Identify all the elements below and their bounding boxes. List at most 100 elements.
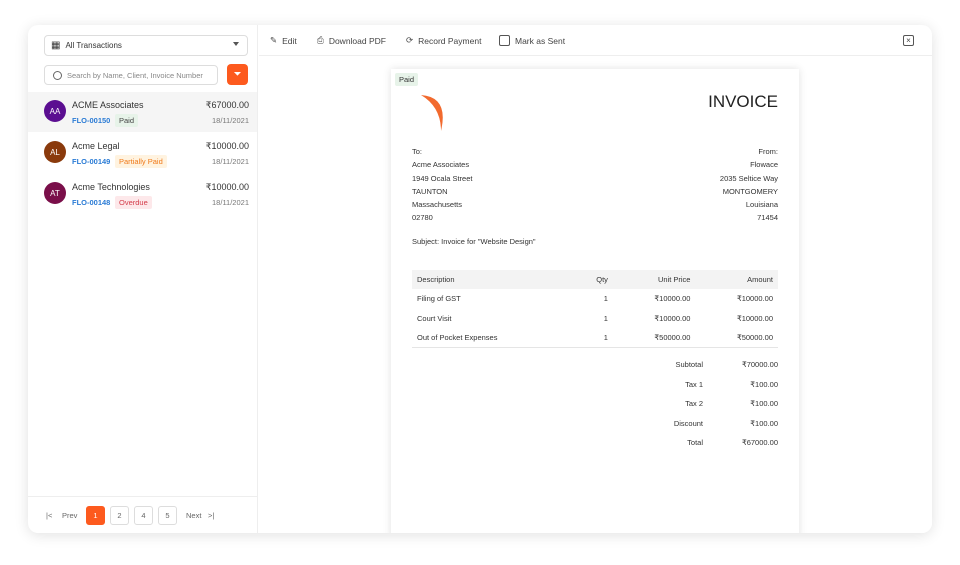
invoice-title: INVOICE (708, 92, 778, 111)
line-item-row: Filing of GST 1 ₹10000.00 ₹10000.00 (412, 289, 778, 309)
cell: 1 (603, 333, 608, 342)
amount: ₹10000.00 (205, 141, 249, 151)
cell: ₹10000.00 (654, 294, 691, 304)
date: 18/11/2021 (212, 198, 249, 207)
cell: 1 (603, 294, 608, 304)
record-payment-button[interactable]: ⟳ Record Payment (406, 35, 481, 46)
first-page-icon[interactable]: |< (46, 511, 52, 520)
mark-sent-label: Mark as Sent (515, 35, 566, 46)
transaction-filter-select[interactable]: ▦ All Transactions (44, 35, 248, 56)
download-pdf-button[interactable]: ⎙ Download PDF (317, 35, 386, 46)
avatar: AA (44, 100, 66, 122)
amount: ₹10000.00 (205, 182, 249, 192)
invoice-id[interactable]: FLO-00150 (72, 116, 110, 125)
total-value: ₹100.00 (750, 418, 778, 428)
page-5[interactable]: 5 (158, 506, 177, 525)
date: 18/11/2021 (212, 157, 249, 166)
cell: 1 (603, 313, 608, 323)
address-line: 71454 (757, 213, 778, 223)
to-label: To: (412, 147, 423, 156)
page-2[interactable]: 2 (110, 506, 129, 525)
edit-icon: ✎ (270, 35, 278, 45)
address-line: Acme Associates (412, 160, 470, 170)
edit-button[interactable]: ✎ Edit (270, 35, 297, 46)
avatar: AL (44, 141, 66, 163)
cell: Filing of GST (417, 294, 461, 304)
cell: ₹10000.00 (736, 313, 773, 323)
line-item-row: Out of Pocket Expenses 1 ₹50000.00 ₹50000.0… (412, 328, 778, 348)
client-name: Acme Technologies (72, 182, 150, 192)
page-1[interactable]: 1 (86, 506, 105, 525)
col-qty: Qty (574, 270, 613, 289)
status-badge: Overdue (115, 196, 152, 209)
transaction-item[interactable]: AT Acme Technologies ₹10000.00 FLO-00148… (28, 174, 257, 214)
address-line: Massachusetts (412, 200, 463, 210)
status-badge: Partially Paid (115, 155, 167, 168)
avatar: AT (44, 182, 66, 204)
bill-to: To: Acme Associates 1949 Ocala Street TAUNT… (412, 145, 472, 225)
client-name: ACME Associates (72, 100, 144, 110)
col-amount: Amount (695, 270, 778, 289)
total-label: Tax 2 (685, 399, 703, 408)
total-label: Tax 1 (685, 379, 703, 389)
filter-button[interactable]: ⏷ (227, 64, 248, 85)
client-name: Acme Legal (72, 141, 120, 151)
app-window: ▦ All Transactions Search by Name, Clien… (28, 25, 932, 533)
pagination: |< Prev 1 2 4 5 Next >| (28, 496, 257, 533)
amount: ₹67000.00 (205, 100, 249, 110)
transaction-item[interactable]: AL Acme Legal ₹10000.00 FLO-00149 Partia… (28, 133, 257, 173)
cell: Court Visit (417, 313, 452, 323)
address-line: 02780 (412, 213, 433, 223)
address-line: 1949 Ocala Street (412, 173, 473, 183)
col-description: Description (412, 270, 575, 289)
company-logo (421, 95, 443, 131)
from-label: From: (758, 147, 778, 156)
invoice-id[interactable]: FLO-00148 (72, 198, 110, 207)
total-row: Total ₹67000.00 (648, 438, 778, 447)
close-icon[interactable]: × (903, 35, 914, 46)
search-icon (53, 70, 62, 80)
transaction-item[interactable]: AA ACME Associates ₹67000.00 FLO-00150 P… (28, 92, 257, 132)
cell: Out of Pocket Expenses (417, 333, 498, 342)
total-label: Discount (673, 418, 703, 428)
total-value: ₹70000.00 (741, 360, 778, 369)
search-placeholder: Search by Name, Client, Invoice Number (67, 70, 203, 80)
invoice-preview: Paid INVOICE To: Acme Associates 1949 Ocal… (259, 56, 932, 533)
prev-button[interactable]: Prev (62, 511, 77, 520)
edit-label: Edit (282, 35, 297, 46)
total-value: ₹100.00 (750, 399, 778, 408)
line-items-table: Description Qty Unit Price Amount Filing… (412, 270, 778, 348)
date: 18/11/2021 (212, 116, 249, 125)
download-label: Download PDF (328, 35, 386, 46)
chevron-down-icon (233, 42, 239, 49)
download-icon: ⎙ (317, 35, 324, 45)
payment-icon: ⟳ (406, 35, 414, 45)
address-line: 2035 Seltice Way (719, 173, 778, 183)
invoice-id[interactable]: FLO-00149 (72, 157, 110, 166)
filter-icon: ⏷ (233, 69, 242, 80)
toolbar: ✎ Edit ⎙ Download PDF ⟳ Record Payment Mark… (259, 25, 932, 56)
status-badge: Paid (115, 114, 139, 127)
mark-as-sent-checkbox[interactable]: Mark as Sent (499, 35, 565, 46)
col-unit-price: Unit Price (612, 270, 696, 289)
filter-label: All Transactions (65, 41, 122, 50)
bill-from: From: Flowace 2035 Seltice Way MONTGOMERY Lo… (720, 145, 778, 225)
cell: ₹10000.00 (736, 294, 773, 304)
total-row: Subtotal ₹70000.00 (648, 360, 778, 369)
checkbox-icon (499, 35, 510, 46)
invoice-document: Paid INVOICE To: Acme Associates 1949 Ocal… (391, 69, 799, 533)
cell: ₹50000.00 (736, 333, 773, 342)
search-input[interactable]: Search by Name, Client, Invoice Number (44, 65, 218, 85)
page-4[interactable]: 4 (134, 506, 153, 525)
cell: ₹50000.00 (654, 333, 691, 342)
address-line: Louisiana (745, 200, 778, 210)
transactions-panel: ▦ All Transactions Search by Name, Clien… (28, 25, 258, 533)
invoice-subject: Subject: Invoice for "Website Design" (412, 237, 536, 246)
next-button[interactable]: Next (186, 511, 201, 520)
total-value: ₹67000.00 (741, 438, 778, 447)
last-page-icon[interactable]: >| (208, 511, 214, 520)
total-row: Tax 1 ₹100.00 (648, 380, 778, 389)
line-item-row: Court Visit 1 ₹10000.00 ₹10000.00 (412, 309, 778, 329)
cell: ₹10000.00 (654, 313, 691, 323)
address-line: Flowace (750, 160, 778, 170)
